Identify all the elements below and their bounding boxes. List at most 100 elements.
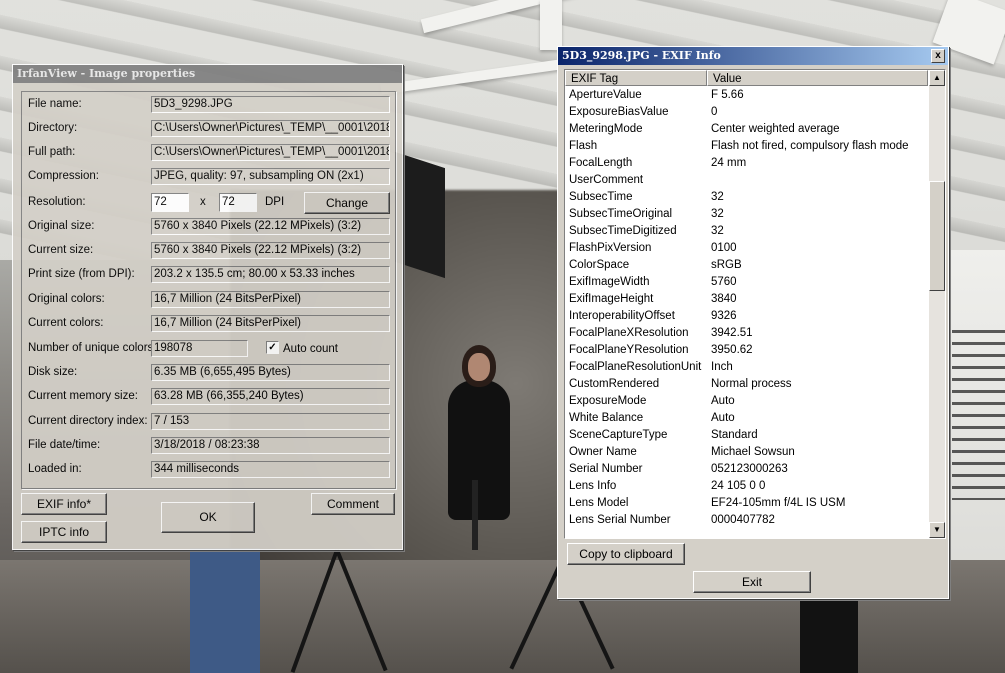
exif-row[interactable]: CustomRendered Normal process: [565, 376, 927, 393]
resolution-unit: DPI: [265, 196, 285, 208]
property-row: Original size: 5760 x 3840 Pixels (22.12 …: [22, 216, 395, 238]
property-label: File name:: [28, 98, 82, 110]
ceiling-duct: [540, 0, 562, 50]
property-value: 16,7 Million (24 BitsPerPixel): [151, 291, 390, 308]
exif-row[interactable]: ColorSpace sRGB: [565, 257, 927, 274]
exif-row[interactable]: SubsecTime 32: [565, 189, 927, 206]
property-label: Directory:: [28, 122, 78, 134]
exif-row[interactable]: FocalPlaneResolutionUnit Inch: [565, 359, 927, 376]
property-label: Full path:: [28, 146, 76, 158]
property-value: C:\Users\Owner\Pictures\_TEMP\__0001\201…: [151, 144, 390, 161]
property-row: Current memory size: 63.28 MB (66,355,240…: [22, 386, 395, 408]
exif-row[interactable]: InteroperabilityOffset 9326: [565, 308, 927, 325]
exif-row[interactable]: MeteringMode Center weighted average: [565, 121, 927, 138]
exif-value: 3840: [711, 293, 737, 305]
exif-row[interactable]: Serial Number 052123000263: [565, 461, 927, 478]
exif-row[interactable]: SceneCaptureType Standard: [565, 427, 927, 444]
stool: [472, 480, 478, 550]
property-row: Compression: JPEG, quality: 97, subsampli…: [22, 166, 395, 188]
property-value: 5760 x 3840 Pixels (22.12 MPixels) (3:2): [151, 242, 390, 259]
exif-row[interactable]: Lens Model EF24-105mm f/4L IS USM: [565, 495, 927, 512]
exif-tag: SubsecTimeDigitized: [569, 225, 677, 237]
property-row: Original colors: 16,7 Million (24 BitsPer…: [22, 289, 395, 311]
exif-row[interactable]: UserComment: [565, 172, 927, 189]
dark-equipment: [800, 595, 858, 673]
column-header-value[interactable]: Value: [707, 70, 928, 86]
iptc-info-button[interactable]: IPTC info: [21, 521, 107, 543]
scroll-thumb[interactable]: [929, 181, 945, 291]
exif-row[interactable]: Lens Info 24 105 0 0: [565, 478, 927, 495]
exif-tag: FocalPlaneResolutionUnit: [569, 361, 702, 373]
exif-tag: FocalPlaneXResolution: [569, 327, 689, 339]
property-row: File name: 5D3_9298.JPG: [22, 94, 395, 116]
exif-row[interactable]: White Balance Auto: [565, 410, 927, 427]
auto-count-label[interactable]: Auto count: [283, 343, 338, 355]
exif-row[interactable]: ExifImageWidth 5760: [565, 274, 927, 291]
exif-row[interactable]: FlashPixVersion 0100: [565, 240, 927, 257]
change-button[interactable]: Change: [304, 192, 390, 214]
exif-row[interactable]: FocalLength 24 mm: [565, 155, 927, 172]
exif-row[interactable]: SubsecTimeDigitized 32: [565, 223, 927, 240]
property-value: C:\Users\Owner\Pictures\_TEMP\__0001\201…: [151, 120, 390, 137]
exif-value: 3950.62: [711, 344, 753, 356]
property-label: Current colors:: [28, 317, 104, 329]
column-header-tag[interactable]: EXIF Tag: [565, 70, 707, 86]
exit-button[interactable]: Exit: [693, 571, 811, 593]
exif-tag: FocalLength: [569, 157, 633, 169]
exif-value: 0: [711, 106, 718, 118]
person-face: [468, 353, 490, 381]
exif-row[interactable]: Owner Name Michael Sowsun: [565, 444, 927, 461]
exif-value: 0000407782: [711, 514, 775, 526]
bystander-legs: [190, 548, 260, 673]
exif-tag: ExifImageHeight: [569, 293, 654, 305]
exif-tag: Lens Serial Number: [569, 514, 671, 526]
scroll-down-icon[interactable]: ▼: [929, 522, 945, 538]
exif-row[interactable]: ExifImageHeight 3840: [565, 291, 927, 308]
exif-row[interactable]: ExposureBiasValue 0: [565, 104, 927, 121]
exif-row[interactable]: FocalPlaneXResolution 3942.51: [565, 325, 927, 342]
scroll-up-icon[interactable]: ▲: [929, 70, 945, 86]
exif-row[interactable]: FocalPlaneYResolution 3950.62: [565, 342, 927, 359]
resolution-x-input[interactable]: 72: [151, 193, 189, 212]
exif-value: Flash not fired, compulsory flash mode: [711, 140, 909, 152]
exif-tag: Serial Number: [569, 463, 643, 475]
exif-row[interactable]: Flash Flash not fired, compulsory flash m…: [565, 138, 927, 155]
exif-row[interactable]: ExposureMode Auto: [565, 393, 927, 410]
property-label: Original colors:: [28, 293, 105, 305]
auto-count-checkbox[interactable]: ✓: [266, 341, 279, 354]
window-title[interactable]: IrfanView - Image properties: [13, 65, 402, 83]
resolution-row: Resolution: 72 x 72 DPI Change: [22, 192, 395, 214]
exif-tag: InteroperabilityOffset: [569, 310, 675, 322]
exif-value: F 5.66: [711, 89, 744, 101]
close-icon[interactable]: x: [931, 49, 945, 63]
resolution-label: Resolution:: [28, 196, 86, 208]
exif-value: 32: [711, 208, 724, 220]
unique-colors-field: 198078: [151, 340, 248, 357]
properties-group: File name: 5D3_9298.JPG Directory: C:\Users…: [21, 91, 396, 489]
exif-tag: ExposureBiasValue: [569, 106, 669, 118]
exif-list[interactable]: EXIF Tag Value ApertureValue F 5.66 Exposu…: [564, 69, 946, 539]
vertical-scrollbar[interactable]: ▲ ▼: [929, 70, 945, 538]
exif-tag: FlashPixVersion: [569, 242, 652, 254]
resolution-y-input[interactable]: 72: [219, 193, 257, 212]
exif-tag: Owner Name: [569, 446, 637, 458]
property-value: 7 / 153: [151, 413, 390, 430]
property-row: File date/time: 3/18/2018 / 08:23:38: [22, 435, 395, 457]
property-row: Print size (from DPI): 203.2 x 135.5 cm; …: [22, 264, 395, 286]
exif-info-button[interactable]: EXIF info*: [21, 493, 107, 515]
exif-window-title[interactable]: 5D3_9298.JPG - EXIF Info x: [558, 47, 948, 65]
ok-button[interactable]: OK: [161, 502, 255, 533]
exif-row[interactable]: ApertureValue F 5.66: [565, 87, 927, 104]
comment-button[interactable]: Comment: [311, 493, 395, 515]
exif-tag: SubsecTimeOriginal: [569, 208, 673, 220]
property-label: File date/time:: [28, 439, 101, 451]
exif-row[interactable]: Lens Serial Number 0000407782: [565, 512, 927, 529]
property-row: Current colors: 16,7 Million (24 BitsPerP…: [22, 313, 395, 335]
property-label: Original size:: [28, 220, 95, 232]
copy-to-clipboard-button[interactable]: Copy to clipboard: [567, 543, 685, 565]
exif-tag: SubsecTime: [569, 191, 633, 203]
exif-value: sRGB: [711, 259, 742, 271]
unique-colors-label: Number of unique colors:: [28, 342, 157, 354]
exif-row[interactable]: SubsecTimeOriginal 32: [565, 206, 927, 223]
exif-tag: SceneCaptureType: [569, 429, 668, 441]
